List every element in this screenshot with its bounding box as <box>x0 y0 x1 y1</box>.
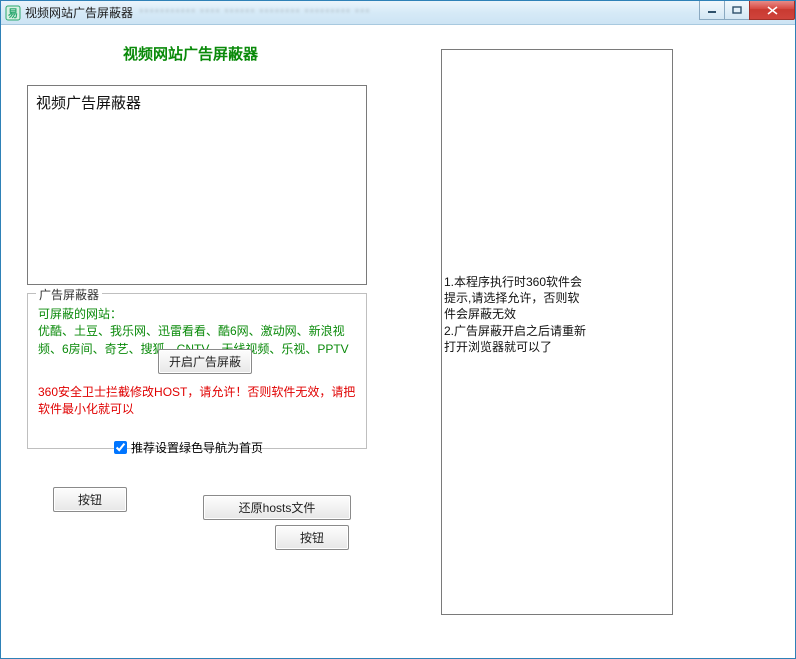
right-notice-text: 1.本程序执行时360软件会提示,请选择允许，否则软件会屏蔽无效 2.广告屏蔽开… <box>442 274 592 355</box>
app-window: 易 视频网站广告屏蔽器 *********** **** ****** ****… <box>0 0 796 659</box>
window-controls <box>700 1 795 20</box>
maximize-button[interactable] <box>724 1 750 20</box>
ad-block-groupbox: 广告屏蔽器 可屏蔽的网站： 优酷、土豆、我乐网、迅雷看看、酷6网、激动网、新浪视… <box>27 293 367 449</box>
titlebar-extra-blurred: *********** **** ****** ******** *******… <box>139 6 370 20</box>
groupbox-legend: 广告屏蔽器 <box>36 286 102 303</box>
close-button[interactable] <box>749 1 795 20</box>
maximize-icon <box>732 6 742 14</box>
homepage-checkbox[interactable] <box>114 441 127 454</box>
button-a[interactable]: 按钮 <box>53 487 127 512</box>
titlebar[interactable]: 易 视频网站广告屏蔽器 *********** **** ****** ****… <box>1 1 795 25</box>
button-c[interactable]: 按钮 <box>275 525 349 550</box>
sites-label: 可屏蔽的网站： <box>38 307 122 321</box>
homepage-checkbox-row: 推荐设置绿色导航为首页 <box>110 438 356 457</box>
main-text-panel-content: 视频广告屏蔽器 <box>36 95 141 112</box>
close-icon <box>767 6 778 15</box>
homepage-checkbox-label[interactable]: 推荐设置绿色导航为首页 <box>131 439 263 456</box>
window-title: 视频网站广告屏蔽器 <box>25 4 133 21</box>
right-info-panel[interactable]: 1.本程序执行时360软件会提示,请选择允许，否则软件会屏蔽无效 2.广告屏蔽开… <box>441 49 673 615</box>
restore-hosts-button[interactable]: 还原hosts文件 <box>203 495 351 520</box>
main-text-panel[interactable]: 视频广告屏蔽器 <box>27 85 367 285</box>
open-ad-block-button[interactable]: 开启广告屏蔽 <box>158 349 252 374</box>
client-area: 视频网站广告屏蔽器 视频广告屏蔽器 广告屏蔽器 可屏蔽的网站： 优酷、土豆、我乐… <box>1 25 795 658</box>
app-icon: 易 <box>5 5 21 21</box>
minimize-icon <box>707 6 717 14</box>
minimize-button[interactable] <box>699 1 725 20</box>
host-warning: 360安全卫士拦截修改HOST，请允许！否则软件无效，请把软件最小化就可以 <box>38 384 356 418</box>
svg-text:易: 易 <box>8 8 18 20</box>
